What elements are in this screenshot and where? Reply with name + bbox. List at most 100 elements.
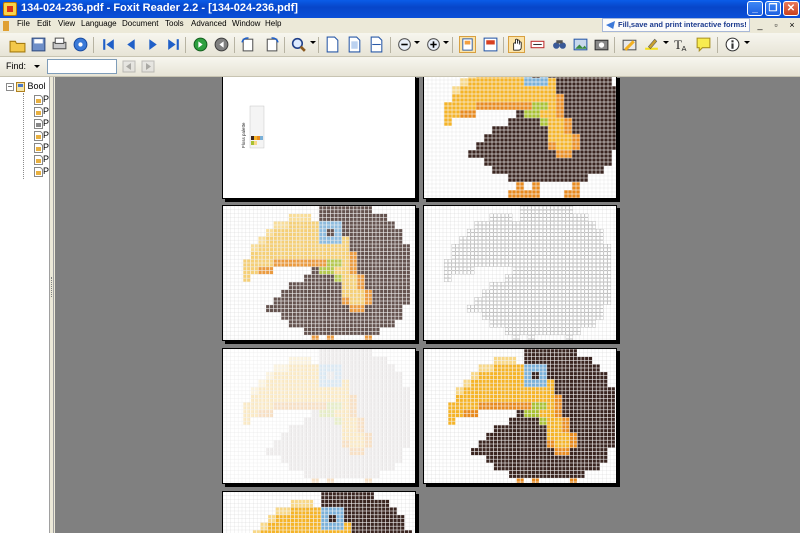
note-icon[interactable] — [695, 36, 712, 53]
open-file-icon[interactable] — [9, 36, 26, 53]
last-page-icon[interactable] — [165, 36, 182, 53]
stitch-cell — [603, 251, 608, 256]
stitch-cell — [480, 78, 484, 82]
menu-window[interactable]: Window — [232, 19, 260, 28]
stitch-cell — [326, 236, 331, 240]
zoom-in-dropdown-arrow[interactable] — [443, 41, 449, 44]
actual-size-icon[interactable] — [324, 36, 341, 53]
pdf-page-6[interactable] — [423, 348, 617, 484]
stitch-cell — [607, 251, 612, 256]
stitch-cell — [456, 94, 460, 98]
stitch-cell — [345, 251, 350, 256]
mdi-restore-button[interactable]: ▫ — [770, 20, 782, 31]
hand-tool-icon[interactable] — [508, 36, 525, 53]
stitch-cell — [544, 122, 548, 126]
zoom-dropdown-arrow[interactable] — [310, 41, 316, 44]
find-previous-icon[interactable] — [122, 60, 136, 73]
menu-tools[interactable]: Tools — [165, 19, 184, 28]
print-icon[interactable] — [51, 36, 68, 53]
pdf-page-3[interactable] — [222, 205, 416, 341]
collapse-toggle[interactable]: − — [6, 82, 14, 91]
go-back-icon[interactable] — [213, 36, 230, 53]
bookmark-item[interactable]: P — [32, 106, 49, 118]
pdf-page-2[interactable] — [423, 77, 617, 199]
menu-advanced[interactable]: Advanced — [191, 19, 227, 28]
menu-document[interactable]: Document — [122, 19, 158, 28]
pdf-page-1[interactable]: Floss palette — [222, 77, 416, 199]
stitch-cell — [380, 459, 384, 463]
menu-view[interactable]: View — [58, 19, 75, 28]
stitch-cell — [543, 356, 547, 361]
email-icon[interactable] — [72, 36, 89, 53]
bookmark-item[interactable]: P — [32, 94, 49, 106]
stitch-cell — [330, 293, 334, 297]
zoom-in-icon[interactable] — [425, 36, 442, 53]
document-view[interactable]: Floss palette — [55, 77, 800, 533]
bookmark-item[interactable]: P — [32, 166, 49, 178]
rotate-left-icon[interactable] — [240, 36, 257, 53]
find-input[interactable] — [47, 59, 117, 74]
snapshot-icon[interactable] — [593, 36, 610, 53]
find-options-arrow[interactable] — [34, 65, 40, 68]
bookmark-item[interactable]: P — [32, 118, 49, 130]
stitch-cell — [512, 190, 516, 194]
go-forward-icon[interactable] — [192, 36, 209, 53]
stitch-cell — [323, 255, 327, 259]
document-menu-icon[interactable] — [3, 21, 9, 31]
pdf-page-4[interactable] — [423, 205, 617, 341]
rotate-right-icon[interactable] — [263, 36, 280, 53]
previous-page-icon[interactable] — [123, 36, 140, 53]
next-page-icon[interactable] — [144, 36, 161, 53]
restore-button[interactable]: ❐ — [765, 1, 781, 16]
minimize-button[interactable]: _ — [747, 1, 763, 16]
splitter-grip[interactable] — [51, 277, 53, 297]
stitch-cell — [330, 248, 334, 252]
stitch-cell — [512, 90, 516, 94]
select-image-icon[interactable] — [572, 36, 589, 53]
pdf-page-5[interactable] — [222, 348, 416, 484]
find-text-icon[interactable] — [551, 36, 568, 53]
stitch-cell — [576, 98, 580, 102]
stitch-cell — [592, 142, 596, 146]
stitch-cell — [556, 178, 560, 182]
stitch-cell — [304, 417, 308, 421]
highlight-icon[interactable] — [643, 36, 660, 53]
bookmark-item[interactable]: P — [32, 130, 49, 142]
menu-edit[interactable]: Edit — [37, 19, 51, 28]
stitch-cell — [501, 356, 505, 361]
first-page-icon[interactable] — [100, 36, 117, 53]
bookmark-item[interactable]: P — [32, 142, 49, 154]
select-text-icon[interactable] — [529, 36, 546, 53]
info-icon[interactable] — [724, 36, 741, 53]
zoom-out-dropdown-arrow[interactable] — [414, 41, 420, 44]
zoom-out-icon[interactable] — [396, 36, 413, 53]
menu-language[interactable]: Language — [81, 19, 117, 28]
zoom-icon[interactable] — [290, 36, 307, 53]
stitch-cell — [395, 391, 399, 395]
stitch-cell — [319, 432, 323, 437]
text-tool-icon[interactable]: TA — [673, 36, 690, 53]
typewriter-icon[interactable] — [621, 36, 638, 53]
menu-help[interactable]: Help — [265, 19, 281, 28]
find-next-icon[interactable] — [141, 60, 155, 73]
bookmark-item[interactable]: P — [32, 154, 49, 166]
foxit-app-icon[interactable] — [3, 2, 17, 16]
save-icon[interactable] — [30, 36, 47, 53]
continuous-view-icon[interactable] — [482, 36, 499, 53]
mdi-close-button[interactable]: × — [786, 20, 798, 31]
promo-banner[interactable]: Fill,save and print interactive forms! — [602, 18, 750, 32]
menu-file[interactable]: File — [17, 19, 30, 28]
fit-width-icon[interactable] — [368, 36, 385, 53]
stitch-cell — [323, 451, 327, 456]
fit-page-icon[interactable] — [346, 36, 363, 53]
info-dropdown-arrow[interactable] — [744, 41, 750, 44]
stitch-cell — [338, 320, 342, 324]
single-page-view-icon[interactable] — [459, 36, 476, 53]
mdi-minimize-button[interactable]: _ — [754, 20, 766, 31]
stitch-cell — [345, 301, 350, 305]
bookmark-root[interactable]: − Bool — [6, 81, 46, 93]
close-button[interactable]: ✕ — [783, 1, 799, 16]
panel-splitter[interactable] — [50, 77, 54, 533]
stitch-cell — [311, 297, 315, 301]
highlight-dropdown-arrow[interactable] — [663, 41, 669, 44]
